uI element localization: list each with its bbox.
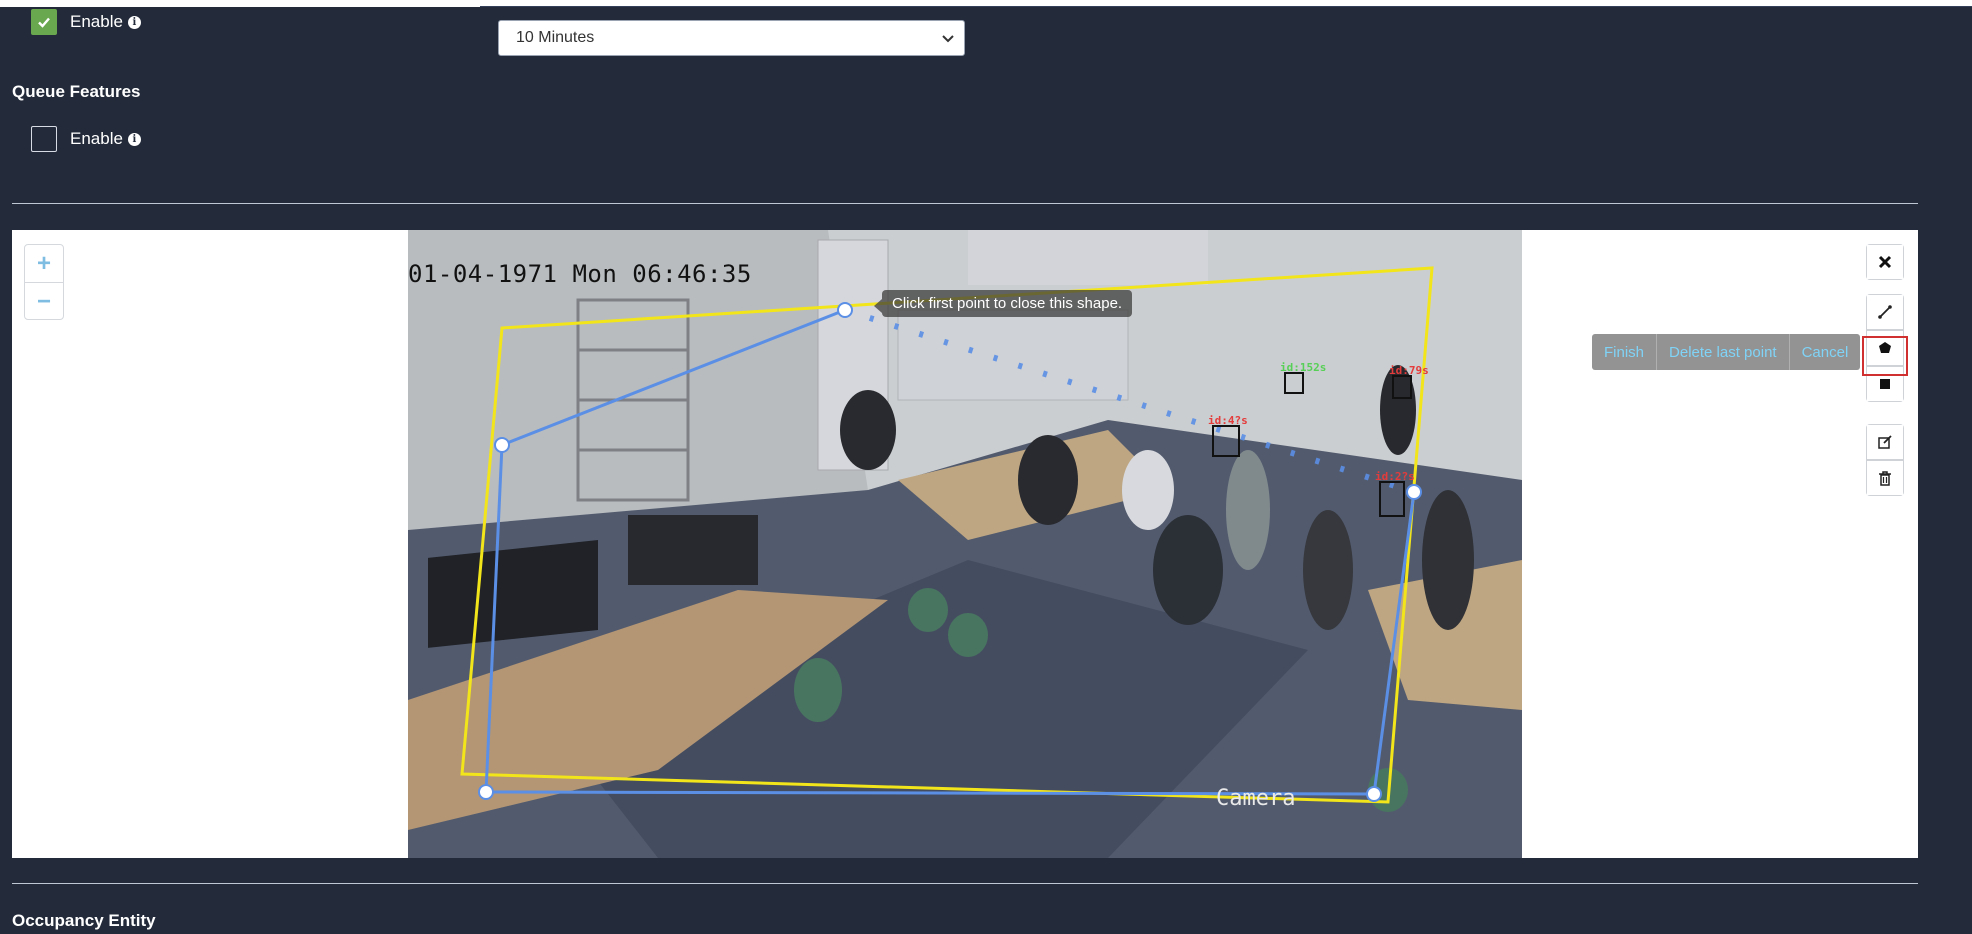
close-tool-group bbox=[1866, 244, 1904, 280]
queue-enable-row: Enable i bbox=[31, 126, 141, 152]
edit-icon bbox=[1878, 435, 1892, 449]
alerts-enable-checkbox[interactable] bbox=[31, 9, 57, 35]
zoom-control: + − bbox=[24, 244, 64, 320]
queue-features-title: Queue Features bbox=[12, 82, 141, 101]
finish-button[interactable]: Finish bbox=[1592, 334, 1658, 370]
draw-tooltip: Click first point to close this shape. bbox=[873, 290, 1133, 317]
active-tool-highlight bbox=[1862, 336, 1908, 376]
edit-tool-group bbox=[1866, 424, 1904, 496]
camera-timestamp: 01-04-1971 Mon 06:46:35 bbox=[408, 260, 752, 288]
zoom-out-button[interactable]: − bbox=[25, 282, 63, 320]
draw-actions-bar: Finish Delete last point Cancel bbox=[1592, 334, 1861, 370]
info-icon: i bbox=[127, 15, 141, 29]
polyline-icon bbox=[1878, 305, 1892, 319]
camera-scene bbox=[408, 230, 1522, 858]
trash-icon bbox=[1879, 471, 1891, 486]
detection-label: id:2?s bbox=[1375, 470, 1415, 483]
chevron-down-icon bbox=[942, 35, 954, 43]
interval-select[interactable]: 10 Minutes bbox=[498, 20, 965, 56]
interval-select-value: 10 Minutes bbox=[516, 29, 595, 46]
edit-layers-button[interactable] bbox=[1866, 424, 1904, 460]
info-icon: i bbox=[127, 132, 141, 146]
divider bbox=[480, 6, 1972, 7]
queue-enable-checkbox[interactable] bbox=[31, 126, 57, 152]
detection-label: id:79s bbox=[1389, 364, 1429, 377]
delete-last-point-button[interactable]: Delete last point bbox=[1657, 334, 1790, 370]
cancel-button[interactable]: Cancel bbox=[1790, 334, 1861, 370]
camera-image: 01-04-1971 Mon 06:46:35 Camera id:152s i… bbox=[408, 230, 1522, 858]
check-icon bbox=[38, 17, 50, 28]
zone-editor-map[interactable]: + − 01-04-1971 Mon 06:46:35 Camera id:15… bbox=[12, 230, 1918, 858]
close-button[interactable] bbox=[1866, 244, 1904, 280]
zoom-in-button[interactable]: + bbox=[25, 245, 63, 282]
delete-layers-button[interactable] bbox=[1866, 460, 1904, 496]
occupancy-entity-title: Occupancy Entity bbox=[12, 911, 156, 930]
alerts-enable-label: Enable bbox=[70, 12, 123, 31]
alerts-enable-row: Enable i bbox=[31, 9, 141, 35]
detection-label: id:4?s bbox=[1208, 414, 1248, 427]
close-icon bbox=[1878, 255, 1892, 269]
draw-polyline-button[interactable] bbox=[1866, 294, 1904, 330]
queue-enable-label: Enable bbox=[70, 129, 123, 148]
section-divider bbox=[12, 203, 1918, 204]
camera-label: Camera bbox=[1216, 786, 1296, 811]
rectangle-icon bbox=[1880, 379, 1890, 389]
detection-label: id:152s bbox=[1280, 361, 1327, 374]
section-divider bbox=[12, 883, 1918, 884]
